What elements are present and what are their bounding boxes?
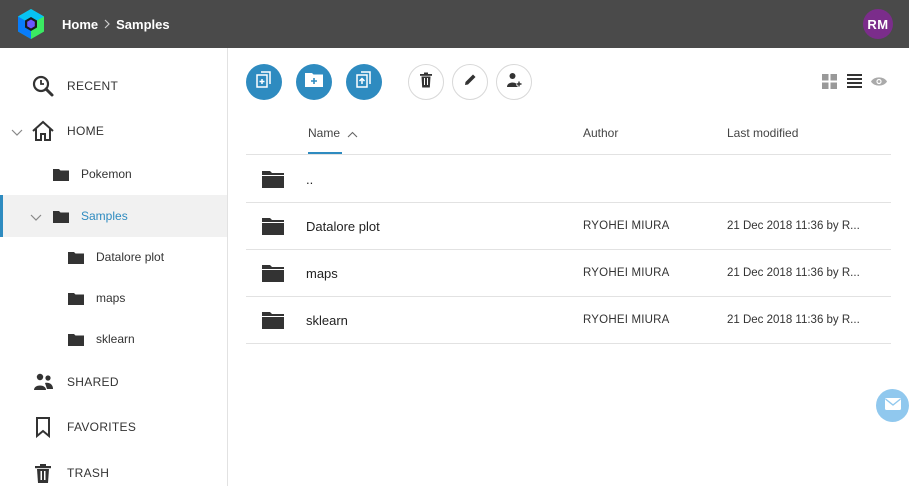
row-modified: 21 Dec 2018 11:36 by R... (727, 314, 860, 326)
sidebar-item-maps[interactable]: maps (0, 277, 227, 319)
folder-icon (49, 162, 73, 186)
sidebar-label-shared: SHARED (67, 375, 119, 389)
list-view-icon[interactable] (846, 73, 862, 89)
folder-icon (49, 204, 73, 228)
table-header: Name Author Last modified (246, 112, 891, 155)
sidebar-item-samples[interactable]: Samples (0, 195, 227, 237)
row-name: Datalore plot (306, 219, 380, 234)
row-name: .. (306, 172, 314, 187)
delete-button[interactable] (408, 64, 444, 100)
avatar[interactable]: RM (863, 9, 893, 39)
row-name: maps (306, 266, 338, 281)
chevron-down-icon[interactable] (11, 125, 23, 137)
top-bar: Home Samples RM (0, 0, 909, 48)
rename-button[interactable] (452, 64, 488, 100)
share-user-icon (506, 72, 522, 93)
mail-icon (884, 397, 901, 415)
sidebar-label-favorites: FAVORITES (67, 420, 137, 434)
sidebar-item-recent[interactable]: RECENT (0, 65, 227, 107)
recent-search-icon (31, 74, 55, 98)
table-row[interactable]: maps RYOHEI MIURA 21 Dec 2018 11:36 by R… (246, 250, 891, 297)
pencil-icon (463, 73, 477, 92)
folder-icon (262, 217, 284, 235)
bookmark-icon (31, 415, 55, 439)
sidebar-label-trash: TRASH (67, 466, 110, 480)
sidebar-item-favorites[interactable]: FAVORITES (0, 406, 227, 448)
table-row[interactable]: Datalore plot RYOHEI MIURA 21 Dec 2018 1… (246, 203, 891, 250)
folder-icon (262, 170, 284, 188)
sidebar-label-samples: Samples (81, 209, 128, 223)
sidebar-label-sklearn: sklearn (96, 332, 135, 346)
chevron-down-icon[interactable] (30, 210, 42, 222)
sidebar-label-home: HOME (67, 124, 105, 138)
feedback-button[interactable] (876, 389, 909, 422)
sidebar: RECENT HOME Pokemon Samples Datalore plo… (0, 48, 228, 486)
upload-file-icon (356, 70, 372, 94)
folder-icon (64, 245, 88, 269)
datalore-logo-icon[interactable] (15, 8, 47, 40)
chevron-right-icon (103, 19, 111, 29)
row-name: sklearn (306, 313, 348, 328)
new-file-button[interactable] (246, 64, 282, 100)
row-author: RYOHEI MIURA (583, 314, 670, 326)
table-row[interactable]: .. (246, 156, 891, 203)
column-header-author[interactable]: Author (583, 126, 618, 140)
table-row[interactable]: sklearn RYOHEI MIURA 21 Dec 2018 11:36 b… (246, 297, 891, 344)
trash-icon (419, 72, 433, 93)
sidebar-label-pokemon: Pokemon (81, 167, 132, 181)
sidebar-item-pokemon[interactable]: Pokemon (0, 153, 227, 195)
sidebar-label-datalore-plot: Datalore plot (96, 250, 165, 264)
sort-underline (308, 152, 342, 154)
breadcrumb-samples[interactable]: Samples (116, 17, 169, 32)
chevron-up-icon (347, 127, 358, 141)
folder-icon (64, 286, 88, 310)
upload-file-button[interactable] (346, 64, 382, 100)
sidebar-label-maps: maps (96, 291, 126, 305)
folder-icon (262, 264, 284, 282)
trash-icon (31, 461, 55, 485)
row-modified: 21 Dec 2018 11:36 by R... (727, 220, 860, 232)
grid-view-icon[interactable] (821, 73, 837, 89)
new-folder-icon (305, 72, 323, 92)
share-button[interactable] (496, 64, 532, 100)
sidebar-item-home[interactable]: HOME (0, 110, 227, 152)
breadcrumb-home[interactable]: Home (62, 17, 98, 32)
eye-icon[interactable] (871, 73, 887, 89)
column-header-modified[interactable]: Last modified (727, 126, 798, 140)
folder-icon (64, 327, 88, 351)
people-icon (31, 370, 55, 394)
folder-icon (262, 311, 284, 329)
row-author: RYOHEI MIURA (583, 267, 670, 279)
row-modified: 21 Dec 2018 11:36 by R... (727, 267, 860, 279)
sidebar-item-sklearn[interactable]: sklearn (0, 318, 227, 360)
column-header-name[interactable]: Name (308, 126, 358, 141)
sidebar-item-shared[interactable]: SHARED (0, 361, 227, 403)
row-author: RYOHEI MIURA (583, 220, 670, 232)
sidebar-item-trash[interactable]: TRASH (0, 452, 227, 486)
new-file-icon (256, 70, 272, 94)
home-icon (31, 119, 55, 143)
sidebar-label-recent: RECENT (67, 79, 119, 93)
breadcrumb: Home Samples (62, 0, 170, 48)
sidebar-item-datalore-plot[interactable]: Datalore plot (0, 236, 227, 278)
new-folder-button[interactable] (296, 64, 332, 100)
